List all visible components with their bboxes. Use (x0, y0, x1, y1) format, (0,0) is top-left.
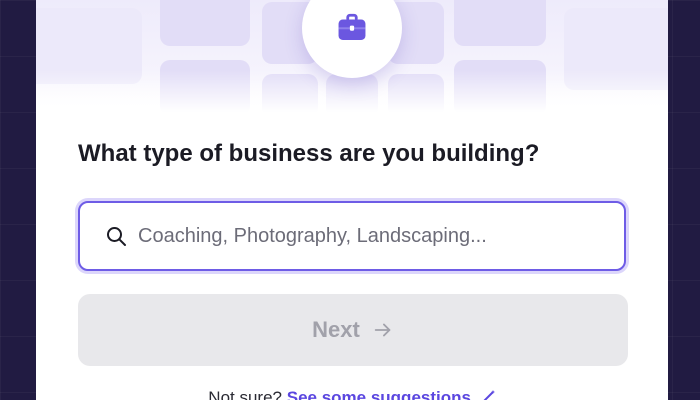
briefcase-icon (338, 13, 366, 41)
hero-illustration (36, 0, 668, 112)
magic-wand-icon (483, 390, 495, 400)
page-title: What type of business are you building? (78, 140, 540, 167)
next-button[interactable]: Next (78, 294, 628, 366)
suggestions-hint: Not sure? See some suggestions (36, 388, 668, 400)
hero-tile (160, 0, 250, 46)
search-icon (107, 227, 126, 246)
business-type-search[interactable] (78, 201, 626, 271)
briefcase-badge (302, 0, 402, 78)
arrow-right-icon (374, 323, 391, 337)
footer-prompt: Not sure? (208, 388, 282, 400)
onboarding-card: What type of business are you building? … (36, 0, 668, 400)
see-suggestions-link[interactable]: See some suggestions (287, 388, 471, 400)
business-type-input[interactable] (138, 218, 608, 254)
next-button-label: Next (312, 317, 360, 342)
hero-tile (454, 0, 546, 46)
